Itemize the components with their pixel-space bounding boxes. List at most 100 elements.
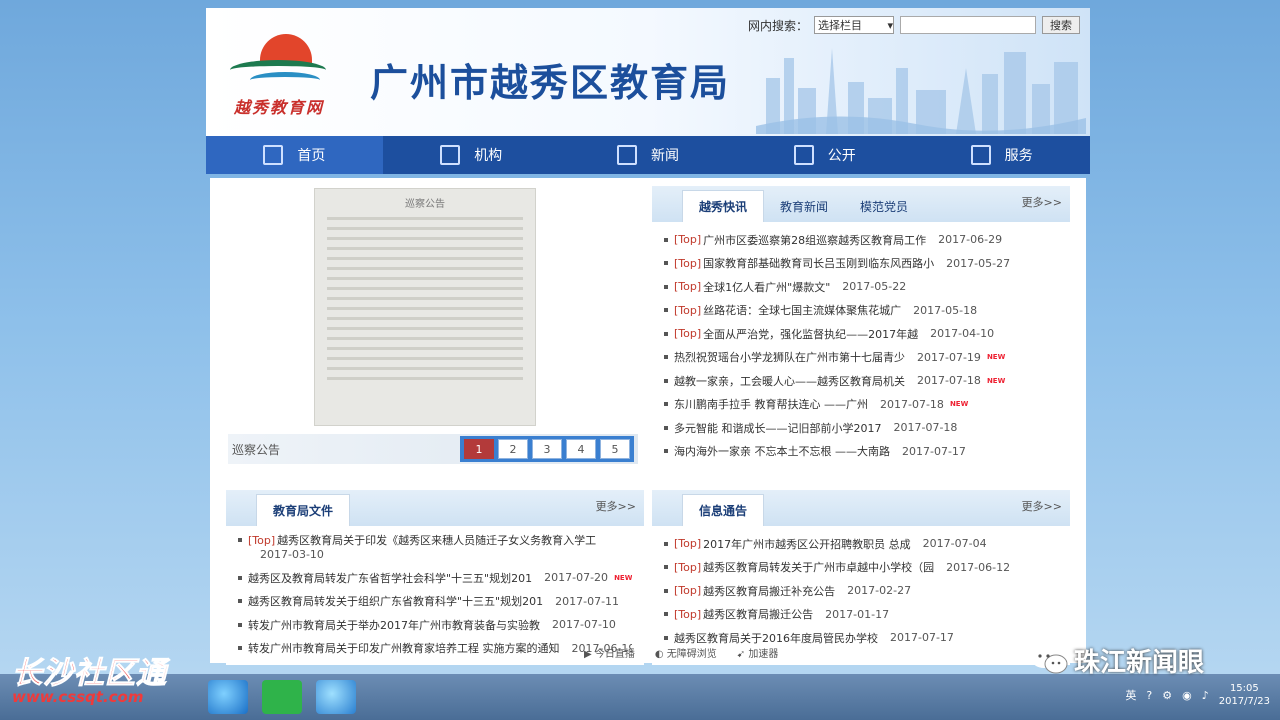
doc-line xyxy=(327,227,523,230)
bullet-icon xyxy=(238,599,242,604)
slide-page-button[interactable]: 4 xyxy=(566,439,596,459)
bullet-icon xyxy=(664,588,668,593)
list-item[interactable]: 越秀区教育局转发关于组织广东省教育科学"十三五"规划201 2017-07-11 xyxy=(238,590,632,614)
search-input[interactable] xyxy=(900,16,1036,34)
volume-icon[interactable]: ♪ xyxy=(1202,689,1209,702)
bullet-icon xyxy=(664,402,668,407)
list-item[interactable]: [Top] 2017年广州市越秀区公开招聘教职员 总成 2017-07-04 xyxy=(664,532,1058,556)
list-item[interactable]: 转发广州市教育局关于举办2017年广州市教育装备与实验教 2017-07-10 xyxy=(238,613,632,637)
site-logo[interactable]: 越秀教育网 xyxy=(224,30,334,120)
watermark-right: 珠江新闻眼 xyxy=(1030,642,1204,679)
item-date: 2017-05-27 xyxy=(946,256,1011,270)
top-tag: [Top] xyxy=(674,303,702,317)
search-button[interactable]: 搜索 xyxy=(1042,16,1080,34)
list-item[interactable]: [Top] 丝路花语：全球七国主流媒体聚焦花城广 2017-05-18 xyxy=(664,299,1058,323)
doc-line xyxy=(327,277,523,280)
list-item[interactable]: [Top] 全面从严治党，强化监督执纪——2017年越 2017-04-10 xyxy=(664,322,1058,346)
nav-item-news[interactable]: 新闻 xyxy=(560,136,737,174)
news-list: [Top] 广州市区委巡察第28组巡察越秀区教育局工作 2017-06-29 [To… xyxy=(652,222,1070,469)
network-icon[interactable]: ◉ xyxy=(1182,689,1192,702)
more-link[interactable]: 更多>> xyxy=(596,498,636,514)
bullet-icon xyxy=(664,635,668,640)
ie-browser-icon[interactable] xyxy=(208,680,248,714)
help-icon[interactable]: ? xyxy=(1146,689,1152,702)
item-title: 越秀区教育局转发关于广州市卓越中小学校（园 xyxy=(703,561,935,575)
slide-page-button[interactable]: 1 xyxy=(464,439,494,459)
item-title: 越秀区教育局转发关于组织广东省教育科学"十三五"规划201 xyxy=(248,595,544,609)
slideshow: 巡察公告 巡察公告 1 2 3 4 5 xyxy=(224,188,642,464)
slide-page-button[interactable]: 2 xyxy=(498,439,528,459)
item-date: 2017-06-29 xyxy=(938,233,1003,247)
site-banner: 越秀教育网 广州市越秀区教育局 网内搜索： 选择栏目 ▾ 搜索 xyxy=(206,8,1090,136)
list-item[interactable]: [Top] 全球1亿人看广州"爆款文" 2017-05-22 xyxy=(664,275,1058,299)
list-item[interactable]: [Top] 广州市区委巡察第28组巡察越秀区教育局工作 2017-06-29 xyxy=(664,228,1058,252)
top-tag: [Top] xyxy=(674,327,702,341)
list-item[interactable]: 越秀区及教育局转发广东省哲学社会科学"十三五"规划201 2017-07-20 NE… xyxy=(238,566,632,590)
item-date: 2017-05-22 xyxy=(842,280,907,294)
accessible-button[interactable]: ◐ 无障碍浏览 xyxy=(655,645,717,660)
list-item[interactable]: 热烈祝贺瑶台小学龙狮队在广州市第十七届青少 2017-07-19 NEW xyxy=(664,346,1058,370)
doc-line xyxy=(327,367,523,370)
speed-button[interactable]: ➹ 加速器 xyxy=(737,645,779,660)
list-item[interactable]: 海内海外一家亲 不忘本土不忘根 ——大南路 2017-07-17 xyxy=(664,440,1058,464)
nav-label: 机构 xyxy=(474,148,503,164)
search-category-select[interactable]: 选择栏目 ▾ xyxy=(814,16,894,34)
nav-item-public[interactable]: 公开 xyxy=(736,136,913,174)
news-box-header: 越秀快讯 教育新闻 模范党员 更多>> xyxy=(652,186,1070,222)
top-tag: [Top] xyxy=(674,233,702,247)
list-item[interactable]: [Top] 越秀区教育局关于印发《越秀区来穗人员随迁子女义务教育入学工2017-0… xyxy=(238,532,632,566)
live-button[interactable]: ▶ 今日直播 xyxy=(584,645,635,660)
tab-info-notice[interactable]: 信息通告 xyxy=(682,494,765,526)
nav-item-home[interactable]: 首页 xyxy=(206,136,383,174)
slide-page-button[interactable]: 5 xyxy=(600,439,630,459)
doc-line xyxy=(327,297,523,300)
doc-line xyxy=(327,357,523,360)
item-date: 2017-07-19 xyxy=(917,350,981,364)
list-item[interactable]: [Top] 越秀区教育局搬迁补充公告 2017-02-27 xyxy=(664,579,1058,603)
list-item[interactable]: 越教一家亲，工会暖人心——越秀区教育局机关 2017-07-18 NEW xyxy=(664,369,1058,393)
org-icon xyxy=(440,145,461,165)
list-item[interactable]: 东川鹏南手拉手 教育帮扶连心 ——广州 2017-07-18 NEW xyxy=(664,393,1058,417)
item-date: 2017-07-17 xyxy=(890,631,954,645)
clock[interactable]: 15:05 2017/7/23 xyxy=(1219,682,1270,708)
item-date: 2017-07-20 xyxy=(544,571,609,585)
item-title: 越秀区教育局搬迁补充公告 xyxy=(703,584,836,598)
slide-caption[interactable]: 巡察公告 xyxy=(228,441,458,458)
new-badge: NEW xyxy=(949,400,969,409)
slide-image[interactable]: 巡察公告 xyxy=(314,188,536,426)
bullet-icon xyxy=(664,331,668,336)
bullet-icon xyxy=(664,612,668,617)
nav-item-service[interactable]: 服务 xyxy=(913,136,1090,174)
list-item[interactable]: 多元智能 和谐成长——记旧部前小学2017 2017-07-18 xyxy=(664,416,1058,440)
tab-education-news[interactable]: 教育新闻 xyxy=(764,190,844,222)
list-item[interactable]: 转发广州市教育局关于印发广州教育家培养工程 实施方案的通知 2017-06-19 xyxy=(238,637,632,661)
ie-browser-icon-2[interactable] xyxy=(316,680,356,714)
tab-model-members[interactable]: 模范党员 xyxy=(844,190,924,222)
tab-bureau-docs[interactable]: 教育局文件 xyxy=(256,494,351,526)
item-date: 2017-07-04 xyxy=(922,537,987,551)
list-item[interactable]: [Top] 越秀区教育局转发关于广州市卓越中小学校（园 2017-06-12 xyxy=(664,556,1058,580)
ime-lang[interactable]: 英 xyxy=(1125,687,1136,703)
slide-page-button[interactable]: 3 xyxy=(532,439,562,459)
nav-item-org[interactable]: 机构 xyxy=(383,136,560,174)
watermark-text: 珠江新闻眼 xyxy=(1074,648,1205,678)
bullet-icon xyxy=(664,449,668,454)
docs-list: [Top] 越秀区教育局关于印发《越秀区来穗人员随迁子女义务教育入学工2017-0… xyxy=(226,526,644,666)
browser-status-bar: ▶ 今日直播 ◐ 无障碍浏览 ➹ 加速器 xyxy=(584,643,778,661)
top-tag: [Top] xyxy=(248,534,276,547)
tab-yuexiu-news[interactable]: 越秀快讯 xyxy=(682,190,765,222)
notice-box-header: 信息通告 更多>> xyxy=(652,490,1070,526)
settings-icon[interactable]: ⚙ xyxy=(1162,689,1172,702)
list-item[interactable]: [Top] 国家教育部基础教育司长吕玉刚到临东风西路小 2017-05-27 xyxy=(664,252,1058,276)
spreadsheet-app-icon[interactable] xyxy=(262,680,302,714)
item-title: 越教一家亲，工会暖人心——越秀区教育局机关 xyxy=(674,374,905,388)
top-tag: [Top] xyxy=(674,560,702,574)
doc-line xyxy=(327,327,523,330)
item-title: 热烈祝贺瑶台小学龙狮队在广州市第十七届青少 xyxy=(674,351,905,365)
system-tray: 英 ? ⚙ ◉ ♪ 15:05 2017/7/23 xyxy=(1125,682,1270,708)
list-item[interactable]: [Top] 越秀区教育局搬迁公告 2017-01-17 xyxy=(664,603,1058,627)
top-tag: [Top] xyxy=(674,256,702,270)
item-title: 广州市区委巡察第28组巡察越秀区教育局工作 xyxy=(703,233,927,247)
more-link[interactable]: 更多>> xyxy=(1022,194,1062,210)
more-link[interactable]: 更多>> xyxy=(1022,498,1062,514)
